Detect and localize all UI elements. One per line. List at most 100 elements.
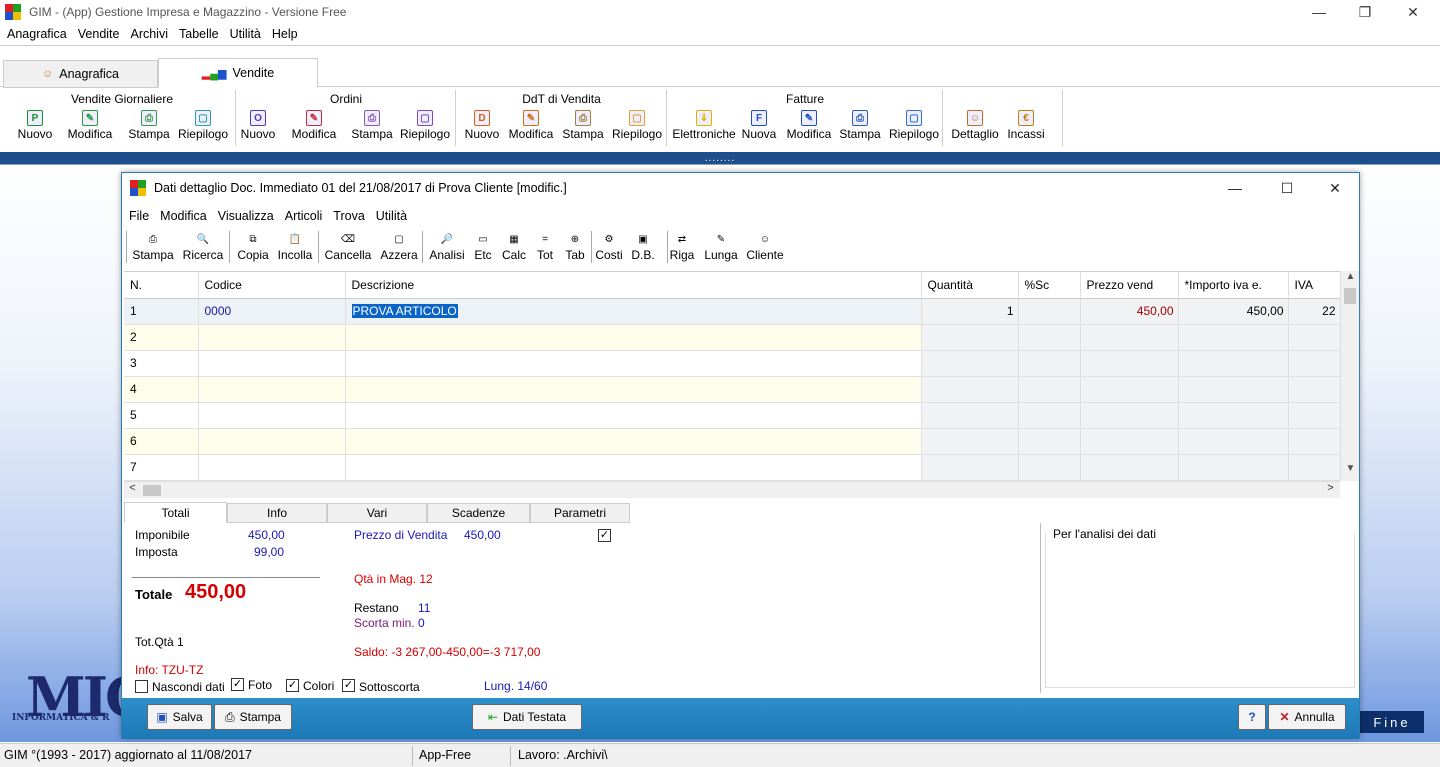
cell-sconto[interactable] <box>1018 402 1081 429</box>
tab-info[interactable]: Info <box>227 503 327 523</box>
cell-importo[interactable] <box>1178 350 1289 377</box>
cell-sconto[interactable] <box>1018 428 1081 455</box>
cell-quantita[interactable] <box>921 454 1019 481</box>
dialog-menu-visualizza[interactable]: Visualizza <box>218 209 274 223</box>
col-descrizione[interactable]: Descrizione <box>345 272 922 299</box>
tab-scadenze[interactable]: Scadenze <box>427 503 530 523</box>
fine-button[interactable]: Fine <box>1360 711 1424 733</box>
cell-iva[interactable]: 22 <box>1288 298 1340 325</box>
menu-archivi[interactable]: Archivi <box>130 27 168 41</box>
cell-n[interactable]: 3 <box>124 350 199 377</box>
cell-importo[interactable] <box>1178 324 1289 351</box>
cell-codice[interactable] <box>198 376 346 403</box>
cell-sconto[interactable] <box>1018 324 1081 351</box>
close-button[interactable]: ✕ <box>1390 0 1436 24</box>
cell-quantita[interactable]: 1 <box>921 298 1019 325</box>
toolbar-copia-button[interactable]: ⧉ Copia <box>236 231 270 265</box>
cell-sconto[interactable] <box>1018 298 1081 325</box>
hscroll-thumb[interactable] <box>143 485 161 496</box>
tab-parametri[interactable]: Parametri <box>530 503 630 523</box>
cell-codice[interactable] <box>198 428 346 455</box>
cell-iva[interactable] <box>1288 376 1340 403</box>
toolbar-stampa-button[interactable]: ⎙ Stampa <box>132 231 174 265</box>
cell-n[interactable]: 7 <box>124 454 199 481</box>
toolbar-calc-button[interactable]: ▦ Calc <box>499 231 529 265</box>
help-button[interactable]: ? <box>1238 704 1266 730</box>
ribbon-riepilogo-button[interactable]: ▢ Riepilogo <box>879 110 949 146</box>
minimize-button[interactable]: — <box>1296 0 1342 24</box>
cell-prezzo[interactable] <box>1080 324 1179 351</box>
toolbar-incolla-button[interactable]: 📋 Incolla <box>276 231 314 265</box>
toolbar-tot-button[interactable]: = Tot <box>533 231 557 265</box>
grid-vertical-scrollbar[interactable]: ▲ ▼ <box>1340 271 1359 481</box>
cell-descrizione[interactable] <box>345 428 922 455</box>
cell-iva[interactable] <box>1288 324 1340 351</box>
col-iva[interactable]: IVA <box>1288 272 1340 299</box>
cell-prezzo[interactable] <box>1080 350 1179 377</box>
cell-iva[interactable] <box>1288 428 1340 455</box>
cell-prezzo[interactable] <box>1080 376 1179 403</box>
dialog-minimize-button[interactable]: — <box>1212 176 1258 200</box>
cell-importo[interactable] <box>1178 454 1289 481</box>
cell-quantita[interactable] <box>921 350 1019 377</box>
param-checkbox[interactable]: ✓ <box>598 529 611 542</box>
cell-prezzo[interactable]: 450,00 <box>1080 298 1179 325</box>
dialog-close-button[interactable]: ✕ <box>1312 176 1358 200</box>
cell-sconto[interactable] <box>1018 350 1081 377</box>
col-quantita[interactable]: Quantità <box>921 272 1019 299</box>
cell-descrizione[interactable] <box>345 376 922 403</box>
ribbon-incassi-button[interactable]: € Incassi <box>991 110 1061 146</box>
table-row[interactable]: 5 <box>124 402 1340 429</box>
table-row[interactable]: 7 <box>124 454 1340 481</box>
cell-n[interactable]: 5 <box>124 402 199 429</box>
tab-anagrafica[interactable]: ☺ Anagrafica <box>3 60 158 88</box>
ribbon-riepilogo-button[interactable]: ▢ Riepilogo <box>602 110 672 146</box>
dialog-menu-file[interactable]: File <box>129 209 149 223</box>
cell-importo[interactable]: 450,00 <box>1178 298 1289 325</box>
cell-quantita[interactable] <box>921 402 1019 429</box>
cell-codice[interactable]: 0000 <box>198 298 346 325</box>
cell-importo[interactable] <box>1178 428 1289 455</box>
menu-vendite[interactable]: Vendite <box>78 27 120 41</box>
table-row[interactable]: 3 <box>124 350 1340 377</box>
toolbar-riga-button[interactable]: ⇄ Riga <box>666 231 698 265</box>
table-row[interactable]: 6 <box>124 428 1340 455</box>
dialog-menu-utilita[interactable]: Utilità <box>376 209 407 223</box>
tab-totali[interactable]: Totali <box>124 502 227 523</box>
scroll-down-icon[interactable]: ▼ <box>1341 463 1360 480</box>
cell-codice[interactable] <box>198 324 346 351</box>
cell-n[interactable]: 1 <box>124 298 199 325</box>
toolbar-cliente-button[interactable]: ☺ Cliente <box>745 231 785 265</box>
nascondi-dati-checkbox[interactable] <box>135 680 148 693</box>
toolbar-analisi-button[interactable]: 🔎 Analisi <box>428 231 466 265</box>
cell-iva[interactable] <box>1288 454 1340 481</box>
cell-n[interactable]: 2 <box>124 324 199 351</box>
scroll-left-icon[interactable]: < <box>124 482 141 499</box>
cell-importo[interactable] <box>1178 376 1289 403</box>
dialog-menu-articoli[interactable]: Articoli <box>285 209 323 223</box>
foto-checkbox[interactable]: ✓ <box>231 678 244 691</box>
cell-n[interactable]: 6 <box>124 428 199 455</box>
toolbar-cancella-button[interactable]: ⌫ Cancella <box>324 231 372 265</box>
cell-sconto[interactable] <box>1018 376 1081 403</box>
dati-testata-button[interactable]: ⇤ Dati Testata <box>472 704 582 730</box>
col-codice[interactable]: Codice <box>198 272 346 299</box>
toolbar-costi-button[interactable]: ⚙ Costi <box>593 231 625 265</box>
cell-quantita[interactable] <box>921 376 1019 403</box>
toolbar-etc-button[interactable]: ▭ Etc <box>470 231 496 265</box>
col-importo[interactable]: *Importo iva e. <box>1178 272 1289 299</box>
col-n[interactable]: N. <box>124 272 199 299</box>
table-row[interactable]: 4 <box>124 376 1340 403</box>
cell-prezzo[interactable] <box>1080 454 1179 481</box>
scroll-thumb[interactable] <box>1344 288 1356 304</box>
cell-codice[interactable] <box>198 350 346 377</box>
cell-prezzo[interactable] <box>1080 428 1179 455</box>
menu-help[interactable]: Help <box>272 27 298 41</box>
colori-checkbox[interactable]: ✓ <box>286 679 299 692</box>
cell-codice[interactable] <box>198 454 346 481</box>
splitter-bar[interactable]: ........ <box>0 152 1440 164</box>
toolbar-lunga-button[interactable]: ✎ Lunga <box>702 231 740 265</box>
menu-tabelle[interactable]: Tabelle <box>179 27 219 41</box>
menu-anagrafica[interactable]: Anagrafica <box>7 27 67 41</box>
cell-descrizione[interactable] <box>345 324 922 351</box>
